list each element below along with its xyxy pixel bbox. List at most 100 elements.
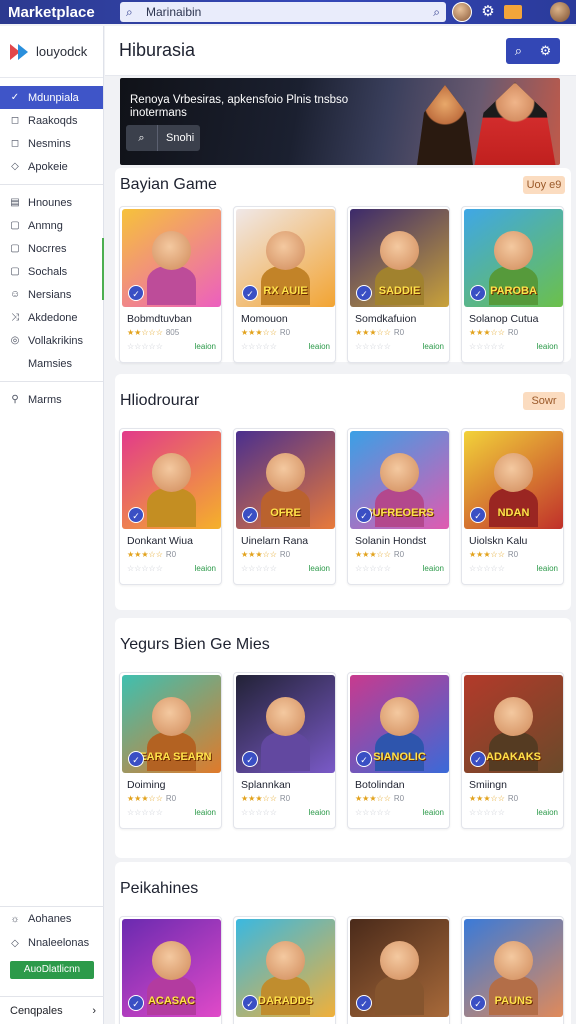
- install-link[interactable]: Ieaion: [194, 342, 216, 351]
- chevron-right-icon: ›: [92, 1004, 96, 1017]
- sidebar-item-8[interactable]: ☺ Nersians: [0, 283, 103, 306]
- verified-icon: ✓: [242, 285, 258, 301]
- sidebar-item-4[interactable]: ▤ Hnounes: [0, 191, 103, 214]
- game-card[interactable]: NDAN ✓ Uiolskn Kalu ★★★☆☆ R0 ☆☆☆☆☆ Ieaion: [461, 428, 564, 585]
- star-icons: ★★★☆☆: [355, 550, 391, 559]
- install-link[interactable]: Ieaion: [308, 564, 330, 573]
- game-thumbnail: ✓: [122, 431, 221, 529]
- install-link[interactable]: Ieaion: [422, 342, 444, 351]
- mic-icon[interactable]: ⌕: [433, 5, 440, 20]
- game-card[interactable]: SUFREOERS ✓ Solanin Hondst ★★★☆☆ R0 ☆☆☆☆☆ Ieai…: [347, 428, 450, 585]
- gear-icon[interactable]: ⚙: [478, 2, 498, 22]
- verified-icon: ✓: [242, 995, 258, 1011]
- empty-stars-icon: ☆☆☆☆☆: [469, 564, 505, 573]
- rating-count: R0: [279, 328, 291, 337]
- sidebar-item-2[interactable]: ◻ Nesmins: [0, 132, 103, 155]
- game-thumbnail: OFRE ✓: [236, 431, 335, 529]
- install-link[interactable]: Ieaion: [194, 564, 216, 573]
- sidebar-footer[interactable]: Cenqpales ›: [0, 996, 104, 1024]
- rating-stars: ★★★☆☆ R0: [469, 328, 518, 337]
- game-card[interactable]: SIANOLIC ✓ Botolindan ★★★☆☆ R0 ☆☆☆☆☆ Ieaion: [347, 672, 450, 829]
- game-thumbnail: SADDIE ✓: [350, 209, 449, 307]
- game-card[interactable]: ✓ Donkant Wiua ★★★☆☆ R0 ☆☆☆☆☆ Ieaion: [119, 428, 222, 585]
- character-face: [151, 230, 192, 270]
- game-name: Solanop Cutua: [469, 313, 539, 325]
- section-pill-button[interactable]: Sowr: [523, 392, 565, 410]
- game-card[interactable]: PAROBA ✓ Solanop Cutua ★★★☆☆ R0 ☆☆☆☆☆ Ieaion: [461, 206, 564, 363]
- game-name: Momouon: [241, 313, 288, 325]
- empty-stars-icon: ☆☆☆☆☆: [241, 342, 277, 351]
- hero-banner[interactable]: Renoya Vrbesiras, apkensfoio Plnis tnsbs…: [120, 78, 560, 165]
- game-card[interactable]: DARADDS✓Bolaoalmii: [233, 916, 336, 1024]
- character-body: [146, 265, 197, 306]
- search-icon[interactable]: ⌕: [515, 43, 522, 59]
- section-pill-button[interactable]: Uoy e9: [523, 176, 565, 194]
- sidebar-item-9[interactable]: ⤨ Akdedone: [0, 306, 103, 329]
- sidebar-item-label: Aohanes: [28, 913, 72, 925]
- empty-stars-icon: ☆☆☆☆☆: [469, 808, 505, 817]
- game-card[interactable]: HEARA SEARN ✓ Doiming ★★★☆☆ R0 ☆☆☆☆☆ Ieaion: [119, 672, 222, 829]
- game-card[interactable]: ADAKAKS ✓ Smiingn ★★★☆☆ R0 ☆☆☆☆☆ Ieaion: [461, 672, 564, 829]
- sidebar-bottom: ☼ Aohanes ◇ Nnaleelonas AuoDlatlicnn: [0, 906, 104, 985]
- game-card[interactable]: ✓ Splannkan ★★★☆☆ R0 ☆☆☆☆☆ Ieaion: [233, 672, 336, 829]
- card-row: ✓ Bobmdtuvban ★★☆☆☆ 805 ☆☆☆☆☆ Ieaion RX AUIE ✓ M…: [119, 206, 564, 363]
- brand[interactable]: louyodck: [0, 26, 103, 78]
- sidebar-item-11[interactable]: Mamsies: [0, 352, 103, 375]
- avatar[interactable]: [452, 2, 472, 22]
- game-card[interactable]: RX AUIE ✓ Momouon ★★★☆☆ R0 ☆☆☆☆☆ Ieaion: [233, 206, 336, 363]
- card-footer: ☆☆☆☆☆ Ieaion: [241, 808, 330, 817]
- sidebar-nav: ✓ Mdunpiala ◻ Raakoqds ◻ Nesmins ◇ Apokeie ▤ Hnou…: [0, 86, 103, 411]
- install-link[interactable]: Ieaion: [536, 564, 558, 573]
- hero-character-right: [474, 82, 556, 165]
- square-icon: ▢: [10, 220, 20, 231]
- game-card[interactable]: ✓ Bobmdtuvban ★★☆☆☆ 805 ☆☆☆☆☆ Ieaion: [119, 206, 222, 363]
- rating-count: R0: [165, 794, 177, 803]
- character-face: [151, 696, 192, 736]
- search-input[interactable]: ⌕ Marinaibin ⌕: [120, 2, 446, 22]
- rating-stars: ★★★☆☆ R0: [469, 550, 518, 559]
- profile-avatar[interactable]: [550, 2, 570, 22]
- sidebar-item-3[interactable]: ◇ Apokeie: [0, 155, 103, 178]
- sidebar-item-label: Raakoqds: [28, 114, 78, 127]
- game-thumbnail: PAROBA ✓: [464, 209, 563, 307]
- install-link[interactable]: Ieaion: [194, 808, 216, 817]
- sidebar-item-0[interactable]: ☼ Aohanes: [0, 907, 104, 931]
- game-card[interactable]: SADDIE ✓ Somdkafuion ★★★☆☆ R0 ☆☆☆☆☆ Ieaion: [347, 206, 450, 363]
- hero-button-label: Snohi: [166, 132, 195, 144]
- install-link[interactable]: Ieaion: [422, 808, 444, 817]
- sidebar-item-0[interactable]: ✓ Mdunpiala: [0, 86, 103, 109]
- sidebar-item-label: Apokeie: [28, 160, 68, 173]
- rating-count: R0: [279, 794, 291, 803]
- game-name: Uiolskn Kalu: [469, 535, 528, 547]
- star-icons: ★★★☆☆: [241, 328, 277, 337]
- green-action-button[interactable]: AuoDlatlicnn: [10, 961, 94, 979]
- sidebar-item-1[interactable]: ◻ Raakoqds: [0, 109, 103, 132]
- rating-stars: ★★★☆☆ R0: [355, 794, 404, 803]
- install-link[interactable]: Ieaion: [308, 808, 330, 817]
- game-card[interactable]: PAUNS✓Polinonla: [461, 916, 564, 1024]
- sidebar-item-5[interactable]: ▢ Anmng: [0, 214, 103, 237]
- install-link[interactable]: Ieaion: [536, 342, 558, 351]
- sidebar-item-6[interactable]: ▢ Nocrres: [0, 237, 103, 260]
- nav-divider: [0, 184, 103, 185]
- install-link[interactable]: Ieaion: [422, 564, 444, 573]
- install-link[interactable]: Ieaion: [536, 808, 558, 817]
- install-link[interactable]: Ieaion: [308, 342, 330, 351]
- sidebar-item-12[interactable]: ⚲ Marms: [0, 388, 103, 411]
- card-footer: ☆☆☆☆☆ Ieaion: [355, 808, 444, 817]
- sidebar-item-7[interactable]: ▢ Sochals: [0, 260, 103, 283]
- sidebar-item-10[interactable]: ◎ Vollakrikins: [0, 329, 103, 352]
- bag-icon: ◻: [10, 115, 20, 126]
- character-face: [265, 940, 306, 980]
- empty-stars-icon: ☆☆☆☆☆: [127, 808, 163, 817]
- game-card[interactable]: ✓Niiolm: [347, 916, 450, 1024]
- notification-badge[interactable]: [504, 5, 522, 19]
- game-card[interactable]: OFRE ✓ Uinelarn Rana ★★★☆☆ R0 ☆☆☆☆☆ Ieaion: [233, 428, 336, 585]
- sidebar-item-1[interactable]: ◇ Nnaleelonas: [0, 931, 104, 955]
- card-footer: ☆☆☆☆☆ Ieaion: [469, 808, 558, 817]
- hero-button[interactable]: ⌕ Snohi: [126, 125, 200, 151]
- rating-count: R0: [279, 550, 291, 559]
- game-card[interactable]: ACASAC✓Prolosraiog: [119, 916, 222, 1024]
- gear-icon[interactable]: ⚙: [540, 43, 552, 59]
- card-footer: ☆☆☆☆☆ Ieaion: [127, 808, 216, 817]
